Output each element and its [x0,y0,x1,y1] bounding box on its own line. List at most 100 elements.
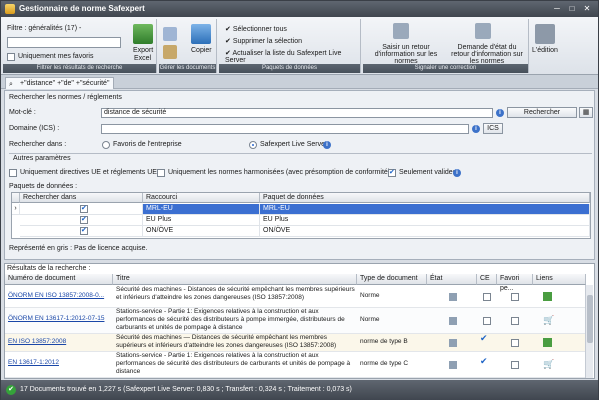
doc-title: Sécurité des machines - Distances de séc… [113,286,357,308]
favorites-checkbox[interactable] [7,53,15,61]
status-text: 17 Documents trouvé en 1,227 s (Safexper… [20,386,352,393]
col-doc-number[interactable]: Numéro de document [5,274,113,285]
copy-icon[interactable] [191,24,211,44]
results-header: Résultats de la recherche : [7,265,91,272]
export-label: Export [133,47,154,54]
report-return-label[interactable]: Saisir un retour d'information sur les n… [369,44,443,65]
ribbon-group-edition: L'édition [531,19,559,73]
delete-selection-item[interactable]: ✔ Supprimer la sélection [225,37,302,45]
request-state-label[interactable]: Demande d'état du retour d'information s… [449,44,525,65]
radio-favorites[interactable] [102,141,110,149]
package-checkbox[interactable] [80,215,88,224]
domain-input[interactable] [101,124,469,134]
ce-cell [477,286,497,308]
links-cell[interactable] [533,286,586,308]
filter-combo[interactable] [7,37,121,48]
cart-icon[interactable]: 🛒 [543,316,554,325]
docs-icon[interactable] [163,27,177,41]
update-list-item[interactable]: ✔ Actualiser la liste du Safexpert Live … [225,49,360,64]
doc-link[interactable]: EN 13617-1:2012 [5,352,113,378]
col-package[interactable]: Paquet de données [260,193,590,203]
maximize-button[interactable]: □ [565,3,579,14]
col-ce[interactable]: CE [477,274,497,285]
valid-only-checkbox[interactable] [388,168,396,177]
print-button[interactable]: ▦ [579,107,593,118]
search-button[interactable]: Rechercher [507,107,577,118]
link-doc-icon[interactable] [543,338,552,347]
delete-selection-label: Supprimer la sélection [232,38,303,45]
tab-search[interactable]: ⌕ +"distance" +"de" +"sécurité" [5,77,115,89]
results-panel: Résultats de la recherche : Numéro de do… [4,263,595,379]
domain-info-icon[interactable]: i [472,125,480,133]
edition-label[interactable]: L'édition [532,47,558,54]
link-doc-icon[interactable] [543,292,552,301]
col-links[interactable]: Liens [533,274,586,285]
package-name[interactable]: ON/ÖVE [260,226,590,237]
keyword-input[interactable]: distance de sécurité [101,108,493,118]
status-request-icon[interactable] [475,23,491,39]
col-state[interactable]: État [427,274,477,285]
results-scrollbar[interactable] [585,285,593,378]
packages-grid: Rechercher dans Raccourci Paquet de donn… [11,192,591,239]
col-favorite[interactable]: Favori pe... [497,274,533,292]
package-short[interactable]: EU Plus [143,215,260,226]
minimize-button[interactable]: ─ [550,3,564,14]
favorite-checkbox[interactable] [511,293,519,301]
state-icon [427,334,477,352]
doc-link[interactable]: EN ISO 13857:2008 [5,334,113,352]
favorite-checkbox[interactable] [511,317,519,325]
close-button[interactable]: ✕ [580,3,594,14]
feedback-icon[interactable] [393,23,409,39]
col-shortcut[interactable]: Raccourci [143,193,260,203]
title-bar: Gestionnaire de norme Safexpert ─ □ ✕ [1,1,598,17]
harmonised-checkbox[interactable] [157,169,165,177]
edition-icon[interactable] [535,24,555,44]
col-search-in[interactable]: Rechercher dans [20,193,143,203]
favorite-cell[interactable] [497,334,533,352]
doc-link[interactable]: ÖNORM EN 13617-1:2012-07-15 [5,308,113,334]
keyword-info-icon[interactable]: i [496,109,504,117]
state-icon [427,308,477,334]
links-cell[interactable]: 🛒 [533,308,586,334]
package-name[interactable]: MRL-EU [260,204,590,215]
package-checkbox[interactable] [80,226,88,235]
ribbon-group-feedback: Saisir un retour d'information sur les n… [363,19,529,73]
favorite-cell[interactable] [497,352,533,378]
main-window: Gestionnaire de norme Safexpert ─ □ ✕ Fi… [0,0,599,400]
doc-link[interactable]: ÖNORM EN ISO 13857:2008-0... [5,286,113,308]
favorite-cell[interactable] [497,286,533,308]
package-name[interactable]: EU Plus [260,215,590,226]
package-short[interactable]: ON/ÖVE [143,226,260,237]
table-row[interactable] [20,204,143,215]
favorite-cell[interactable] [497,308,533,334]
radio-favorites-label: Favoris de l'entreprise [113,141,182,148]
export-excel-icon[interactable] [133,24,153,44]
row-header-corner [12,193,20,203]
select-all-item[interactable]: ✔ Sélectionner tous [225,25,287,33]
state-icon [427,286,477,308]
package-checkbox[interactable] [80,204,88,213]
col-title[interactable]: Titre [113,274,357,285]
state-doc-icon [449,339,457,347]
package-short[interactable]: MRL-EU [143,204,260,215]
cart-icon[interactable]: 🛒 [543,360,554,369]
col-doc-type[interactable]: Type de document [357,274,427,285]
links-cell[interactable] [533,334,586,352]
success-icon: ✔ [6,385,16,395]
valid-info-icon[interactable]: i [453,169,461,177]
row-pointer-icon: › [12,204,20,215]
favorite-checkbox[interactable] [511,339,519,347]
table-row[interactable] [20,215,143,226]
favorite-checkbox[interactable] [511,361,519,369]
search-in-info-icon[interactable]: i [323,141,331,149]
eu-only-checkbox[interactable] [9,169,17,177]
scroll-thumb[interactable] [587,295,593,343]
doc-title: Stations-service - Partie 1: Exigences r… [113,352,357,378]
copy-label: Copier [191,47,212,54]
links-cell[interactable]: 🛒 [533,352,586,378]
docs-group-label: Gérer les documents [159,64,216,73]
radio-live-server[interactable] [249,141,257,149]
folder-icon[interactable] [163,45,177,59]
ics-button[interactable]: ICS [483,123,503,134]
table-row[interactable] [20,226,143,237]
